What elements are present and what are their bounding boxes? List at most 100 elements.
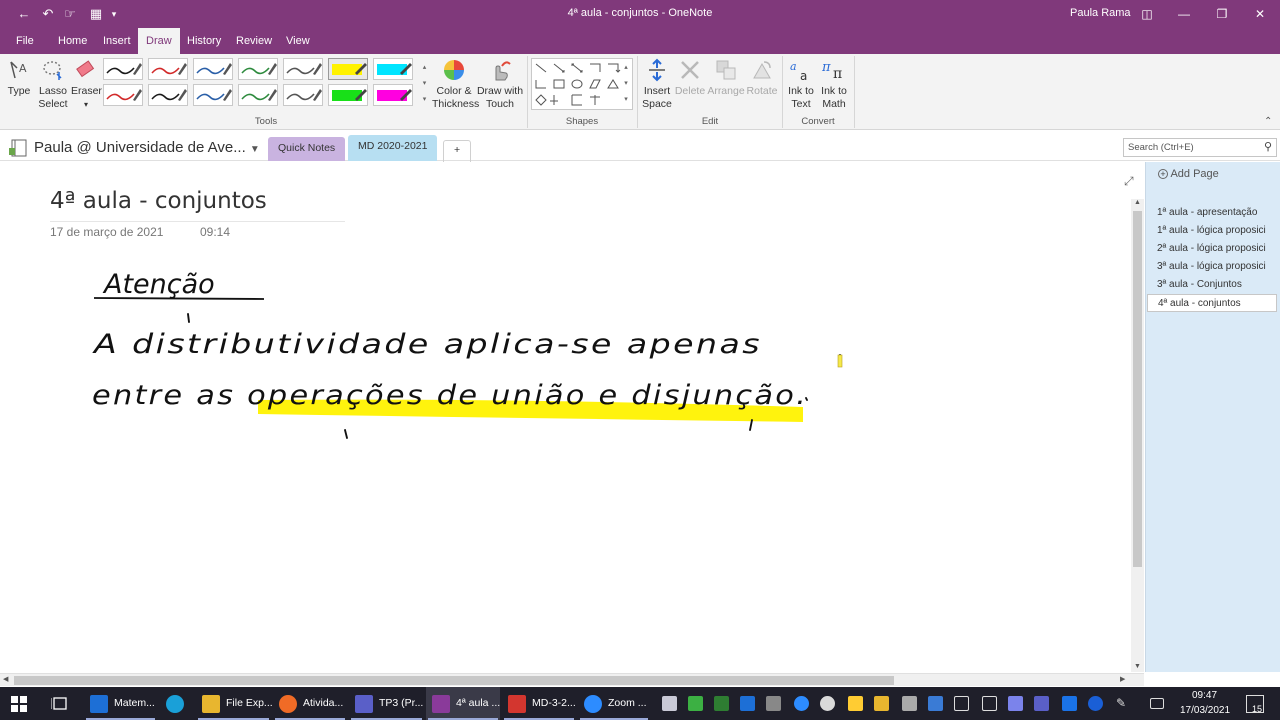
search-input[interactable]: Search (Ctrl+E) ⚲ <box>1123 138 1277 157</box>
maximize-button[interactable]: ❐ <box>1210 4 1234 24</box>
pen-swatch[interactable] <box>328 58 368 80</box>
taskbar-app-teams[interactable]: TP3 (Pr... <box>349 687 424 720</box>
windows-start-icon[interactable] <box>11 696 27 712</box>
tab-history[interactable]: History <box>179 28 229 54</box>
page-item[interactable]: 1ª aula - apresentação <box>1147 204 1277 222</box>
pen-swatch[interactable] <box>103 84 143 106</box>
page-item[interactable]: 1ª aula - lógica proposici <box>1147 222 1277 240</box>
clock-date[interactable]: 17/03/2021 <box>1180 705 1230 716</box>
delete-button[interactable]: Delete <box>674 58 706 98</box>
pen-swatch[interactable] <box>373 58 413 80</box>
taskbar-app-outlook[interactable]: Matem... <box>84 687 157 720</box>
page-item[interactable]: 2ª aula - lógica proposici <box>1147 240 1277 258</box>
taskbar-app-file-explorer[interactable]: File Exp... <box>196 687 273 720</box>
tab-home[interactable]: Home <box>50 28 95 54</box>
user-name[interactable]: Paula Rama <box>1070 7 1131 19</box>
scroll-right-icon[interactable]: ▶ <box>1120 675 1125 683</box>
pen-swatch[interactable] <box>238 84 278 106</box>
notebook-dropdown-icon[interactable]: ▼ <box>250 144 260 155</box>
pen-swatch[interactable] <box>148 58 188 80</box>
keyboard-icon[interactable] <box>1150 698 1164 709</box>
section-tab-md-2020-2021[interactable]: MD 2020-2021 <box>348 135 438 161</box>
pen-swatch[interactable] <box>283 84 323 106</box>
pen-swatch[interactable] <box>193 84 233 106</box>
pen-swatch[interactable] <box>328 84 368 106</box>
tray-app-icon[interactable] <box>928 696 943 711</box>
tab-draw[interactable]: Draw <box>138 28 180 54</box>
zoom-tray-icon[interactable] <box>794 696 809 711</box>
pen-gallery-scroll[interactable]: ▴ ▾ ▾ <box>420 60 429 110</box>
tab-review[interactable]: Review <box>228 28 280 54</box>
insert-space-button[interactable]: Insert Space <box>640 58 674 111</box>
teams-tray-icon[interactable] <box>1008 696 1023 711</box>
bluetooth-icon[interactable] <box>1088 696 1103 711</box>
page-title[interactable]: 4ª aula - conjuntos <box>50 188 267 214</box>
tray-app-icon[interactable] <box>902 696 917 711</box>
taskbar-app-firefox[interactable]: Ativida... <box>273 687 347 720</box>
tray-app-icon[interactable] <box>688 696 703 711</box>
add-page-button[interactable]: + Add Page <box>1158 168 1219 180</box>
taskbar-app-edge[interactable] <box>160 687 194 720</box>
add-section-button[interactable]: + <box>443 140 472 162</box>
security-icon[interactable] <box>874 696 889 711</box>
type-button[interactable]: A Type <box>5 58 33 98</box>
tray-app-icon[interactable] <box>766 696 781 711</box>
scroll-down-icon[interactable]: ▼ <box>1134 663 1141 670</box>
horizontal-scroll-thumb[interactable] <box>14 676 894 685</box>
search-icon[interactable]: ⚲ <box>1264 140 1272 153</box>
notification-count: 15 <box>1251 704 1262 714</box>
ink-to-text-button[interactable]: aa Ink to Text <box>785 58 817 111</box>
pen-swatch[interactable] <box>148 84 188 106</box>
page-canvas[interactable]: Atenção A distributividade aplica-se ape… <box>0 162 1144 672</box>
screen-icon[interactable] <box>954 696 969 711</box>
taskbar-app-onenote[interactable]: 4ª aula ... <box>426 687 500 720</box>
tray-app-icon[interactable] <box>848 696 863 711</box>
ribbon-display-icon[interactable]: ◫ <box>1135 4 1159 24</box>
taskbar-app-zoom[interactable]: Zoom ... <box>578 687 650 720</box>
draw-with-touch-button[interactable]: Draw with Touch <box>476 58 524 111</box>
vertical-scroll-thumb[interactable] <box>1133 211 1142 567</box>
notebook-icon[interactable] <box>8 139 30 157</box>
arrange-button[interactable]: Arrange <box>707 58 745 98</box>
notebook-name[interactable]: Paula @ Universidade de Ave... ▼ <box>34 139 260 156</box>
pen-swatch[interactable] <box>373 84 413 106</box>
horizontal-scrollbar[interactable]: ◀ ▶ <box>0 673 1144 686</box>
section-tab-quick-notes[interactable]: Quick Notes <box>268 137 346 161</box>
tab-insert[interactable]: Insert <box>95 28 139 54</box>
lasso-select-button[interactable]: Lasso Select <box>37 58 69 111</box>
pen-swatch[interactable] <box>193 58 233 80</box>
page-item[interactable]: 3ª aula - lógica proposici <box>1147 258 1277 276</box>
notification-center-icon[interactable]: 15 <box>1246 695 1264 714</box>
vertical-scrollbar[interactable]: ▲ ▼ <box>1131 199 1144 672</box>
pen-swatch[interactable] <box>103 58 143 80</box>
tab-view[interactable]: View <box>278 28 318 54</box>
excel-icon[interactable] <box>714 696 729 711</box>
tray-app-icon[interactable] <box>1062 696 1077 711</box>
color-thickness-button[interactable]: Color & Thickness <box>432 58 479 111</box>
minimize-button[interactable]: — <box>1172 4 1196 24</box>
shapes-gallery-scroll[interactable]: ▴ ▾ ▾ <box>621 60 631 110</box>
collapse-ribbon-icon[interactable]: ⌃ <box>1264 116 1272 127</box>
tray-app-icon[interactable] <box>982 696 997 711</box>
scroll-left-icon[interactable]: ◀ <box>3 675 8 683</box>
expand-icon[interactable]: ⤢ <box>1124 174 1134 189</box>
scroll-up-icon[interactable]: ▲ <box>1134 199 1141 206</box>
rotate-button[interactable]: Rotate <box>745 58 779 98</box>
eraser-button[interactable]: Eraser ▾ <box>71 58 102 111</box>
clock-time[interactable]: 09:47 <box>1192 690 1217 701</box>
taskbar-app-pdf[interactable]: MD-3-2... <box>502 687 576 720</box>
teams-tray-icon[interactable] <box>1034 696 1049 711</box>
page-item-current[interactable]: 4ª aula - conjuntos <box>1147 294 1277 312</box>
tab-file[interactable]: File <box>8 28 42 54</box>
outlook-tray-icon[interactable] <box>740 696 755 711</box>
mail-icon[interactable] <box>662 696 677 711</box>
ink-to-math-button[interactable]: ππ Ink to Math <box>818 58 850 111</box>
page-item[interactable]: 3ª aula - Conjuntos <box>1147 276 1277 294</box>
close-button[interactable]: ✕ <box>1248 4 1272 24</box>
pen-swatch[interactable] <box>238 58 278 80</box>
pen-icon[interactable]: ✎ <box>1116 696 1131 711</box>
task-view-icon[interactable] <box>51 696 69 712</box>
eraser-dropdown-icon[interactable]: ▾ <box>71 98 101 111</box>
pen-swatch[interactable] <box>283 58 323 80</box>
tray-app-icon[interactable] <box>820 696 835 711</box>
